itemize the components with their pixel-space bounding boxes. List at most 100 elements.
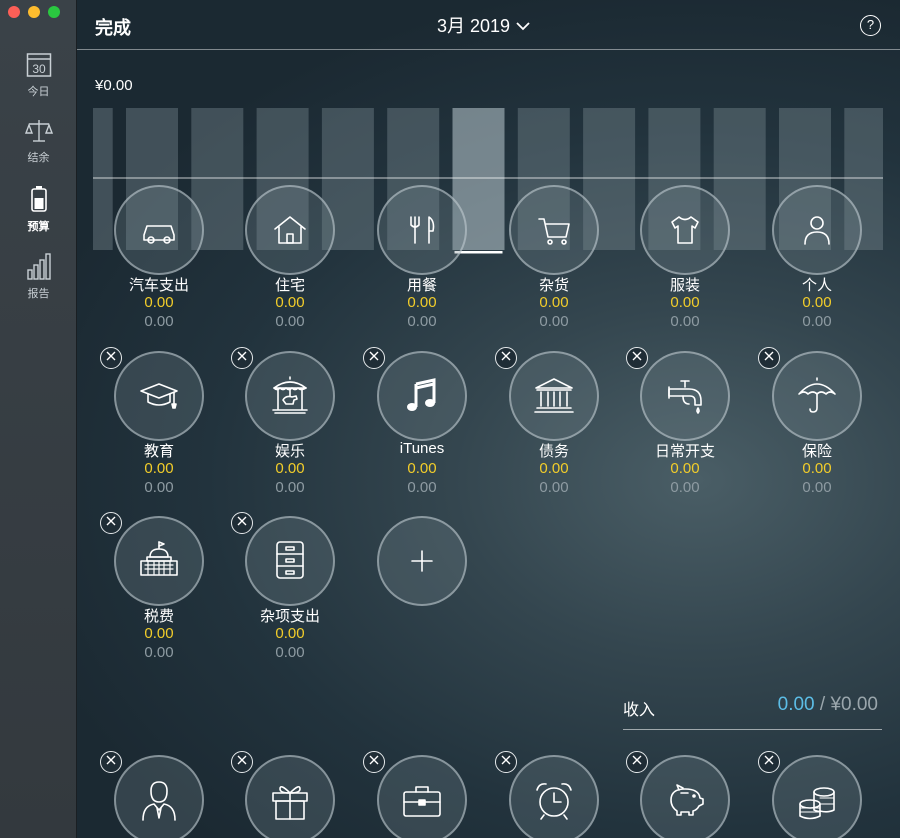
category-button[interactable] [245, 755, 335, 838]
category-name: 娱乐 [274, 443, 305, 460]
category-button[interactable] [377, 755, 467, 838]
minimize-window-button[interactable] [28, 6, 40, 18]
category-button[interactable] [772, 755, 862, 838]
plus-icon [410, 549, 434, 573]
house-icon [269, 209, 311, 251]
window-controls [8, 6, 60, 18]
category-name: 住宅 [274, 277, 305, 294]
remove-category-button[interactable] [100, 512, 122, 534]
close-icon [236, 349, 248, 367]
category-budget-value: 0.00 [144, 625, 174, 642]
remove-category-button[interactable] [758, 347, 780, 369]
budget-total: ¥0.00 [95, 77, 133, 94]
category-button[interactable] [640, 351, 730, 441]
car-icon [138, 209, 180, 251]
category-spent-value: 0.00 [802, 479, 832, 496]
category-button[interactable] [640, 185, 730, 275]
svg-text:30: 30 [32, 62, 46, 76]
category-budget-value: 0.00 [670, 294, 700, 311]
sidebar-item-balance[interactable]: 结余 [0, 118, 77, 165]
remove-category-button[interactable] [363, 347, 385, 369]
remove-category-button[interactable] [626, 751, 648, 773]
graduation-cap-icon [137, 374, 181, 418]
dining-icon [401, 209, 443, 251]
remove-category-button[interactable] [758, 751, 780, 773]
done-button[interactable]: 完成 [95, 14, 131, 40]
category-spent-value: 0.00 [144, 644, 174, 661]
remove-category-button[interactable] [231, 347, 253, 369]
category-button[interactable] [114, 516, 204, 606]
umbrella-icon [795, 374, 839, 418]
help-button[interactable]: ? [860, 15, 881, 36]
person-icon [796, 209, 838, 251]
close-icon [368, 349, 380, 367]
category-budget-value: 0.00 [407, 460, 437, 477]
category-name: 杂货 [538, 277, 569, 294]
remove-category-button[interactable] [626, 347, 648, 369]
carousel-icon [268, 374, 312, 418]
remove-category-button[interactable] [231, 512, 253, 534]
category-spent-value: 0.00 [802, 313, 832, 330]
sidebar-item-label: 预算 [27, 221, 50, 233]
sidebar-item-label: 今日 [27, 86, 50, 98]
businessman-icon [137, 778, 181, 822]
category-name: 保险 [801, 443, 832, 460]
category-budget-value: 0.00 [144, 460, 174, 477]
close-icon [236, 514, 248, 532]
sidebar-item-today[interactable]: 30 今日 [0, 52, 77, 99]
income-divider [623, 729, 882, 730]
category-button[interactable] [377, 185, 467, 275]
remove-category-button[interactable] [495, 751, 517, 773]
close-icon [763, 753, 775, 771]
remove-category-button[interactable] [100, 347, 122, 369]
category-button[interactable] [245, 516, 335, 606]
category-spent-value: 0.00 [407, 313, 437, 330]
category-name: 日常开支 [654, 443, 715, 460]
category-button[interactable] [640, 755, 730, 838]
category-button[interactable] [509, 351, 599, 441]
category-button[interactable] [114, 755, 204, 838]
category-budget-value: 0.00 [144, 294, 174, 311]
category-name: 个人 [801, 277, 832, 294]
remove-category-button[interactable] [495, 347, 517, 369]
budget-chart [93, 108, 883, 254]
category-button[interactable] [772, 185, 862, 275]
category-button[interactable] [245, 351, 335, 441]
category-name: 债务 [538, 443, 569, 460]
close-icon [105, 349, 117, 367]
month-label: 3月 2019 [437, 16, 511, 36]
category-button[interactable] [114, 185, 204, 275]
category-spent-value: 0.00 [275, 313, 305, 330]
income-separator: / [814, 694, 831, 715]
sidebar-item-budget[interactable]: 预算 [0, 185, 77, 234]
close-icon [763, 349, 775, 367]
category-budget-value: 0.00 [275, 460, 305, 477]
category-spent-value: 0.00 [275, 644, 305, 661]
chevron-down-icon [516, 15, 530, 36]
category-button[interactable] [509, 185, 599, 275]
category-button[interactable] [509, 755, 599, 838]
month-selector[interactable]: 3月 2019 [437, 12, 530, 38]
remove-category-button[interactable] [100, 751, 122, 773]
category-spent-value: 0.00 [539, 313, 569, 330]
close-icon [631, 753, 643, 771]
category-button[interactable] [114, 351, 204, 441]
music-note-icon [400, 374, 444, 418]
remove-category-button[interactable] [363, 751, 385, 773]
chart-bar[interactable] [93, 108, 113, 250]
add-category-button[interactable] [377, 516, 467, 606]
sidebar-item-report[interactable]: 报告 [0, 252, 77, 301]
remove-category-button[interactable] [231, 751, 253, 773]
category-spent-value: 0.00 [407, 479, 437, 496]
zoom-window-button[interactable] [48, 6, 60, 18]
close-icon [500, 349, 512, 367]
coins-icon [795, 778, 839, 822]
close-window-button[interactable] [8, 6, 20, 18]
category-spent-value: 0.00 [670, 313, 700, 330]
category-button[interactable] [772, 351, 862, 441]
category-button[interactable] [377, 351, 467, 441]
category-button[interactable] [245, 185, 335, 275]
piggy-bank-icon [663, 778, 707, 822]
bank-icon [532, 374, 576, 418]
scale-icon [0, 118, 77, 147]
